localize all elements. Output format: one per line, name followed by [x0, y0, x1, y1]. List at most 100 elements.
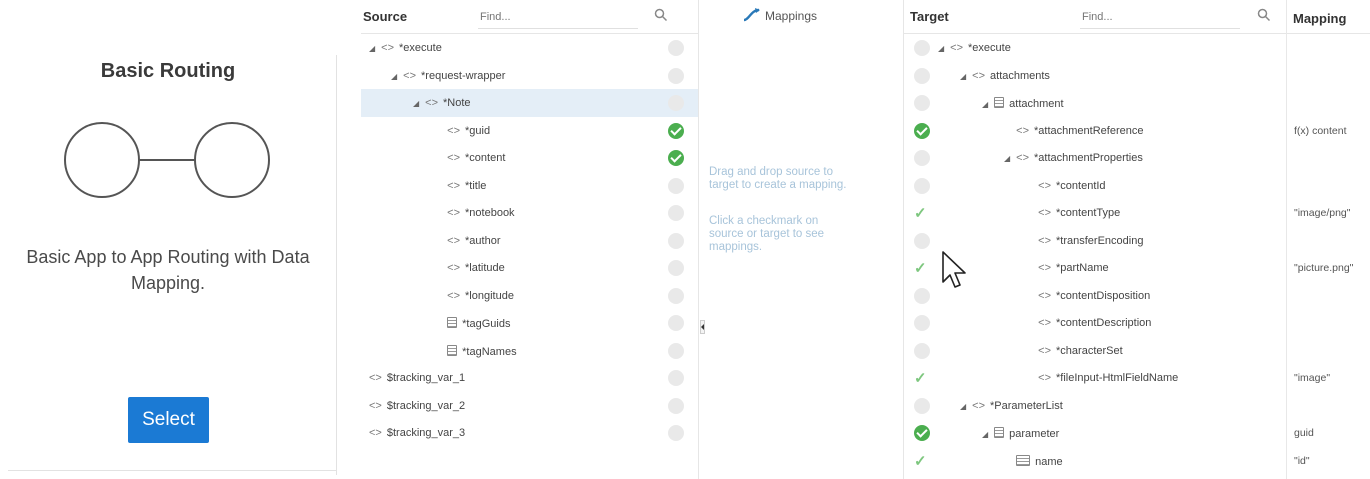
- tree-row[interactable]: ◢ <> *Note: [361, 89, 698, 117]
- expand-triangle-icon[interactable]: ◢: [413, 99, 419, 108]
- mapped-check-icon[interactable]: ✓: [914, 259, 927, 277]
- target-find-input[interactable]: [1080, 5, 1240, 29]
- unmapped-status-icon[interactable]: [914, 177, 930, 194]
- expand-triangle-icon[interactable]: ◢: [391, 72, 397, 81]
- tree-row[interactable]: ✓ ◢name "id": [904, 447, 1370, 475]
- tree-row[interactable]: ◢<>*contentId: [904, 172, 1370, 200]
- tree-row[interactable]: ✓◢<>*contentType"image/png": [904, 199, 1370, 227]
- collapse-handle[interactable]: [700, 320, 705, 334]
- tree-row[interactable]: ◢ <> *request-wrapper: [361, 62, 698, 90]
- tree-node: ◢*tagGuids: [435, 317, 510, 330]
- unmapped-status-icon[interactable]: [914, 287, 930, 304]
- tree-row[interactable]: ◢<>*author: [361, 227, 698, 255]
- mapping-value[interactable]: "picture.png": [1294, 262, 1353, 274]
- expand-triangle-icon[interactable]: ◢: [960, 72, 966, 81]
- mapped-status-icon[interactable]: [914, 425, 930, 441]
- element-tag-icon: <>: [1038, 262, 1052, 274]
- unmapped-status-icon[interactable]: [668, 425, 684, 441]
- target-panel: Target Mapping ◢<>*execute◢<>attachments…: [904, 0, 1370, 479]
- element-tag-icon: <>: [1038, 289, 1052, 302]
- unmapped-status-icon[interactable]: [668, 315, 684, 331]
- expand-triangle-icon[interactable]: ◢: [960, 402, 966, 411]
- tree-row[interactable]: ◢ <> attachments: [904, 62, 1370, 90]
- mapped-check-icon[interactable]: ✓: [914, 452, 927, 470]
- tree-row[interactable]: ◢ <> *ParameterList: [904, 392, 1370, 420]
- node-label: *notebook: [465, 207, 515, 219]
- tree-row[interactable]: ◢<>*attachmentReferencef(x) content: [904, 117, 1370, 145]
- card-bottom-divider: [8, 470, 336, 471]
- unmapped-status-icon[interactable]: [668, 342, 684, 359]
- mapped-check-icon[interactable]: ✓: [914, 369, 927, 387]
- tree-row[interactable]: ◢ attachment: [904, 89, 1370, 117]
- tree-row[interactable]: ◢<>*notebook: [361, 199, 698, 227]
- tree-row[interactable]: ◢<>*transferEncoding: [904, 227, 1370, 255]
- search-icon[interactable]: [654, 8, 668, 22]
- element-tag-icon: <>: [1038, 207, 1052, 219]
- source-find-input[interactable]: [478, 5, 638, 29]
- tree-row[interactable]: ◢<>*title: [361, 172, 698, 200]
- unmapped-status-icon[interactable]: [668, 260, 684, 276]
- tree-row[interactable]: ✓◢<>*partName"picture.png": [904, 254, 1370, 282]
- unmapped-status-icon[interactable]: [668, 205, 684, 221]
- tree-row[interactable]: <> $tracking_var_3: [361, 419, 698, 447]
- unmapped-status-icon[interactable]: [668, 397, 684, 414]
- tree-row[interactable]: ◢ parameter guid: [904, 419, 1370, 447]
- mapping-value[interactable]: "image/png": [1294, 207, 1351, 219]
- mapped-check-icon[interactable]: ✓: [914, 204, 927, 222]
- unmapped-status-icon[interactable]: [668, 287, 684, 304]
- tree-node: ◢ <> *attachmentProperties: [1004, 152, 1143, 164]
- expand-triangle-icon[interactable]: ◢: [938, 44, 944, 53]
- tree-node: ◢<>*contentId: [1026, 180, 1105, 192]
- tree-node: ◢<>*longitude: [435, 290, 514, 302]
- unmapped-status-icon[interactable]: [668, 40, 684, 56]
- tree-node: <> $tracking_var_2: [369, 400, 465, 412]
- tree-row[interactable]: ◢<>*guid: [361, 117, 698, 145]
- tree-node: ◢<>*latitude: [435, 262, 505, 274]
- unmapped-status-icon[interactable]: [914, 40, 930, 56]
- search-icon[interactable]: [1257, 8, 1271, 22]
- select-button[interactable]: Select: [128, 397, 209, 443]
- unmapped-status-icon[interactable]: [914, 95, 930, 111]
- unmapped-status-icon[interactable]: [668, 370, 684, 386]
- unmapped-status-icon[interactable]: [914, 150, 930, 166]
- mapping-value[interactable]: f(x) content: [1294, 125, 1347, 137]
- tree-row[interactable]: ◢<>*latitude: [361, 254, 698, 282]
- tree-row[interactable]: <> $tracking_var_1: [361, 364, 698, 392]
- unmapped-status-icon[interactable]: [914, 315, 930, 331]
- tree-row[interactable]: ◢*tagNames: [361, 337, 698, 365]
- unmapped-status-icon[interactable]: [914, 342, 930, 359]
- field-icon: [1016, 454, 1031, 466]
- expand-triangle-icon[interactable]: ◢: [982, 100, 988, 109]
- tree-row[interactable]: ◢<>*contentDescription: [904, 309, 1370, 337]
- tree-row[interactable]: ◢ <> *execute: [904, 34, 1370, 62]
- expand-triangle-icon[interactable]: ◢: [369, 44, 375, 53]
- element-tag-icon: <>: [1038, 344, 1052, 357]
- mappings-title: Mappings: [765, 9, 818, 23]
- mapped-status-icon[interactable]: [668, 150, 684, 166]
- mapped-status-icon[interactable]: [914, 122, 930, 139]
- expand-triangle-icon[interactable]: ◢: [982, 430, 988, 439]
- tree-node: ◢name: [1004, 454, 1063, 468]
- unmapped-status-icon[interactable]: [914, 397, 930, 414]
- mapping-value[interactable]: "image": [1294, 372, 1330, 384]
- tree-row[interactable]: ◢<>*content: [361, 144, 698, 172]
- tree-row[interactable]: ◢ <> *execute: [361, 34, 698, 62]
- tree-row[interactable]: ◢*tagGuids: [361, 309, 698, 337]
- tree-row[interactable]: ◢ <> *attachmentProperties: [904, 144, 1370, 172]
- tree-row[interactable]: ✓◢<>*fileInput-HtmlFieldName"image": [904, 364, 1370, 392]
- tree-row[interactable]: ◢<>*contentDisposition: [904, 282, 1370, 310]
- tree-row[interactable]: ◢<>*longitude: [361, 282, 698, 310]
- expand-triangle-icon[interactable]: ◢: [1004, 154, 1010, 163]
- unmapped-status-icon[interactable]: [668, 232, 684, 249]
- tree-row[interactable]: ◢<>*characterSet: [904, 337, 1370, 365]
- unmapped-status-icon[interactable]: [668, 67, 684, 84]
- tree-node: <> $tracking_var_3: [369, 427, 465, 439]
- mapping-value[interactable]: "id": [1294, 455, 1310, 467]
- tree-row[interactable]: <> $tracking_var_2: [361, 392, 698, 420]
- mapped-status-icon[interactable]: [668, 122, 684, 139]
- unmapped-status-icon[interactable]: [914, 232, 930, 249]
- unmapped-status-icon[interactable]: [668, 177, 684, 194]
- unmapped-status-icon[interactable]: [668, 95, 684, 111]
- mapping-value[interactable]: guid: [1294, 427, 1314, 439]
- unmapped-status-icon[interactable]: [914, 67, 930, 84]
